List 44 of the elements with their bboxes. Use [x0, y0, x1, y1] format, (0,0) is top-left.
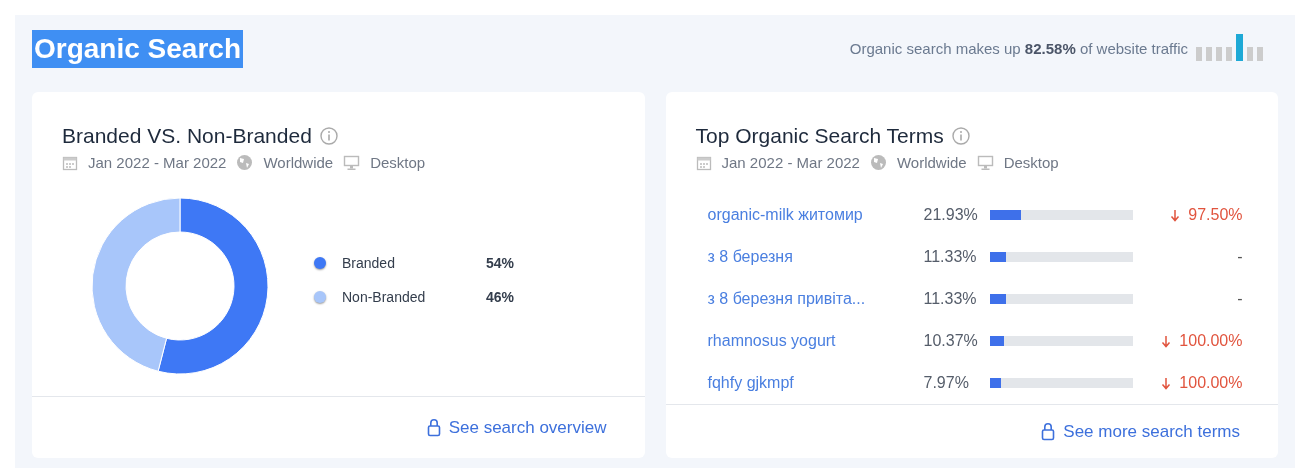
- info-icon: [319, 126, 338, 145]
- search-term-link[interactable]: rhamnosus yogurt: [707, 329, 924, 353]
- search-term-link[interactable]: з 8 березня: [707, 245, 924, 269]
- section-title: Organic Search: [32, 30, 243, 68]
- search-term-link[interactable]: з 8 березня привіта...: [707, 287, 924, 311]
- globe-icon: [869, 154, 887, 172]
- region-label: Worldwide: [263, 152, 334, 173]
- monitor-icon: [976, 154, 994, 171]
- share-value: 10.37%: [923, 331, 979, 351]
- device-label: Desktop: [370, 152, 426, 173]
- calendar-icon: [695, 154, 712, 171]
- legend-value: 46%: [486, 287, 515, 307]
- lock-icon: [426, 418, 441, 437]
- change-value: -: [1237, 289, 1243, 309]
- traffic-summary: Organic search makes up 82.58% of website traffic: [849, 38, 1188, 59]
- card-title: Branded VS. Non-Branded: [62, 123, 312, 149]
- down-arrow-icon: [1161, 376, 1172, 390]
- lock-icon: [1041, 422, 1056, 441]
- share-value: 7.97%: [923, 373, 970, 393]
- share-value: 21.93%: [923, 205, 979, 225]
- change-value: -: [1237, 247, 1243, 267]
- calendar-icon: [62, 154, 78, 171]
- card-title: Top Organic Search Terms: [695, 123, 944, 149]
- date-range: Jan 2022 - Mar 2022: [721, 152, 860, 173]
- share-value: 11.33%: [923, 289, 978, 309]
- change-value: 100.00%: [1179, 331, 1243, 351]
- down-arrow-icon: [1170, 208, 1181, 222]
- info-icon: [951, 126, 970, 145]
- footer-link[interactable]: See more search terms: [1041, 418, 1240, 445]
- legend-label: Branded: [342, 253, 396, 273]
- change-value: 97.50%: [1188, 205, 1243, 225]
- monitor-icon: [343, 154, 361, 171]
- device-label: Desktop: [1003, 152, 1059, 173]
- globe-icon: [236, 154, 254, 172]
- down-arrow-icon: [1161, 334, 1172, 348]
- legend-label: Non-Branded: [342, 287, 427, 307]
- date-range: Jan 2022 - Mar 2022: [88, 152, 227, 173]
- change-value: 100.00%: [1179, 373, 1243, 393]
- region-label: Worldwide: [896, 152, 967, 173]
- share-value: 11.33%: [923, 247, 978, 267]
- footer-link[interactable]: See search overview: [426, 414, 607, 441]
- search-term-link[interactable]: organic-milk житомир: [707, 203, 924, 227]
- search-term-link[interactable]: fqhfy gjkmpf: [707, 371, 924, 395]
- legend-value: 54%: [486, 253, 515, 273]
